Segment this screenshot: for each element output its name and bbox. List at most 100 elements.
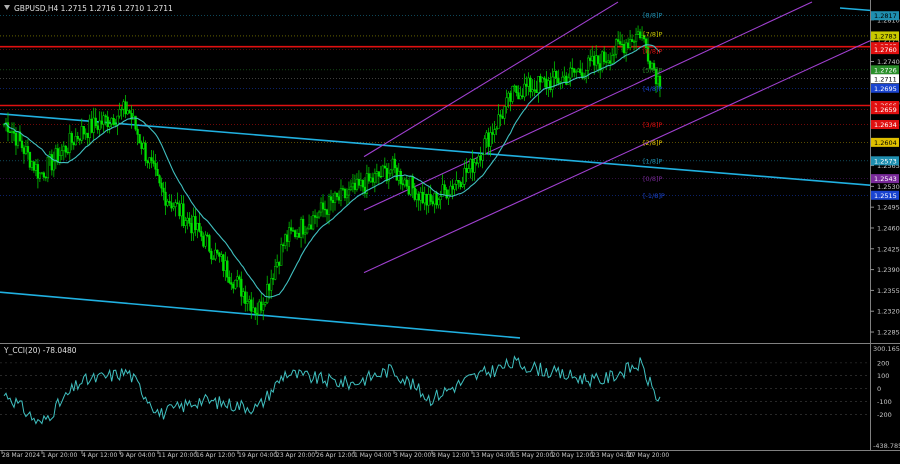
candle-body [278, 262, 281, 266]
candle-body [465, 168, 468, 173]
candle-body [547, 80, 550, 88]
candle-body [527, 77, 530, 87]
candle-body [38, 172, 42, 179]
time-tick-label: 4 Apr 12:00 [82, 452, 117, 459]
badge-label: 1.2817 [874, 12, 897, 20]
candle-body [355, 178, 359, 190]
candle-body [417, 193, 420, 201]
candle-body [533, 89, 536, 91]
candle-body [377, 171, 381, 177]
candle-body [405, 179, 408, 187]
candle-body [208, 235, 211, 252]
candle-body [497, 114, 500, 129]
candle-body [270, 278, 273, 291]
candle-body [395, 167, 398, 181]
trading-chart-window[interactable]: [8/8]P [7/8]P [6/8]P [5/8]P [4/8]P [3/8]P [2/8… [0, 0, 900, 460]
candle-body [427, 194, 430, 206]
candle-body [399, 170, 402, 184]
candle-body [266, 284, 269, 303]
candle-body [549, 80, 552, 90]
candle-body [88, 118, 91, 139]
candle-body [565, 75, 568, 85]
candle-body [439, 196, 442, 200]
candle-body [541, 77, 544, 83]
candle-body [258, 301, 261, 315]
candle-body [78, 138, 81, 141]
candle-body [182, 203, 185, 226]
badge-label: 1.2573 [874, 157, 897, 165]
candle-body [523, 83, 526, 98]
candle-body [28, 151, 32, 168]
candle-body [359, 179, 363, 186]
candle-body [601, 51, 604, 71]
candle-body [285, 234, 289, 242]
badge-label: 1.2604 [874, 139, 897, 147]
candle-body [86, 132, 89, 139]
candle-body [248, 299, 251, 302]
candle-body [347, 189, 351, 196]
candle-body [72, 142, 75, 146]
candle-body [90, 118, 93, 133]
candle-body [148, 157, 151, 164]
time-tick-label: 11 Apr 20:00 [158, 452, 197, 459]
candle-body [70, 133, 73, 143]
candle-body [128, 110, 131, 114]
candle-body [210, 251, 213, 260]
candle-body [367, 173, 371, 182]
candle-body [614, 39, 618, 55]
candle-body [579, 68, 582, 73]
candle-body [389, 169, 392, 174]
time-axis[interactable]: 28 Mar 2024 1 Apr 20:00 4 Apr 12:00 9 Apr 0… [1, 450, 669, 459]
candle-body [569, 67, 572, 79]
candle-body [272, 278, 275, 280]
candle-body [437, 199, 440, 206]
candle-body [618, 41, 622, 45]
candle-body [218, 252, 221, 257]
price-level-badge: 1.2711 [871, 74, 899, 84]
candle-body [176, 202, 179, 205]
candle-body [156, 169, 159, 176]
cci-tick-label: 200 [877, 359, 889, 367]
cci-tick-label: -100 [877, 398, 892, 406]
candle-body [42, 172, 46, 178]
candle-body [616, 39, 620, 42]
candle-body [238, 276, 241, 280]
cci-label: Y_CCI(20) -78.0480 [3, 346, 77, 355]
candle-body [30, 161, 34, 168]
murray-label: [2/8]P [643, 139, 663, 147]
candle-body [591, 55, 594, 61]
symbol-title: GBPUSD,H4 1.2715 1.2716 1.2710 1.2711 [14, 4, 173, 13]
candle-body [16, 131, 20, 146]
candle-body [20, 140, 24, 149]
candle-body [403, 179, 406, 186]
candle-body [122, 101, 125, 110]
candle-body [622, 43, 626, 54]
candle-body [228, 276, 231, 283]
candle-body [92, 117, 95, 133]
chart-canvas[interactable]: [8/8]P [7/8]P [6/8]P [5/8]P [4/8]P [3/8]P [2/8… [0, 0, 900, 460]
candle-body [14, 132, 18, 146]
price-tick-label: 1.2390 [877, 266, 900, 274]
candle-body [425, 193, 428, 206]
time-tick-label: 26 Apr 12:00 [316, 452, 355, 459]
candle-body [636, 31, 640, 35]
candle-body [557, 77, 560, 84]
price-level-badge: 1.2573 [871, 156, 899, 166]
candle-body [459, 181, 462, 187]
candle-body [236, 276, 239, 281]
candle-body [539, 76, 542, 83]
chart-background [0, 0, 900, 460]
candle-body [206, 234, 209, 237]
candle-body [66, 151, 69, 154]
candle-body [545, 78, 548, 88]
candle-body [124, 101, 127, 115]
price-tick-label: 1.2425 [877, 245, 900, 253]
candle-body [178, 203, 181, 217]
candle-body [319, 202, 323, 213]
badge-label: 1.2783 [874, 32, 897, 40]
candle-body [250, 299, 253, 312]
candle-body [102, 115, 105, 125]
candle-body [276, 262, 279, 267]
price-tick-label: 1.2320 [877, 308, 900, 316]
candle-body [154, 163, 157, 170]
